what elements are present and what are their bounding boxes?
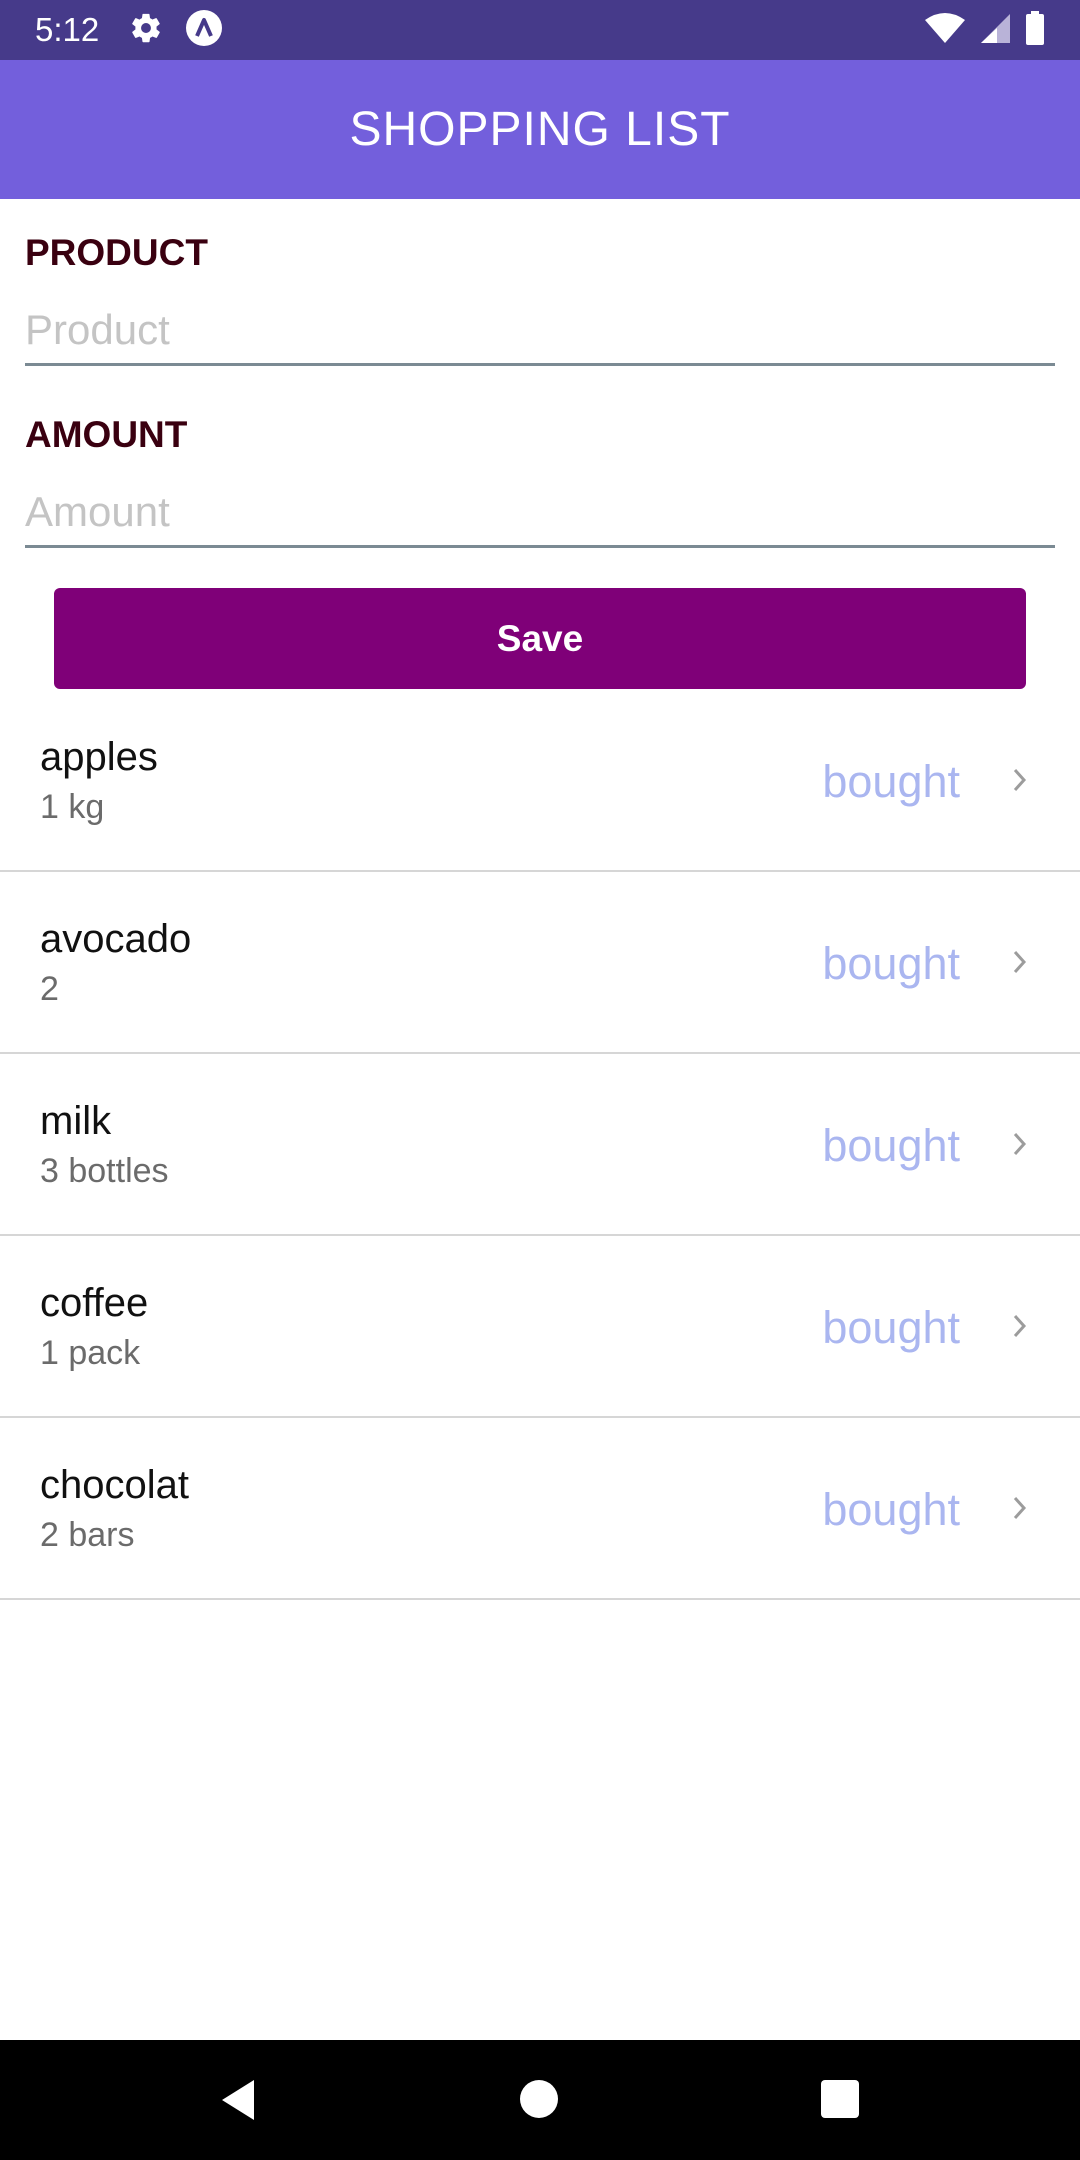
- bought-button[interactable]: bought: [822, 1120, 960, 1172]
- recent-apps-icon[interactable]: [821, 2080, 859, 2118]
- product-label: PRODUCT: [25, 232, 208, 273]
- item-name: chocolat: [40, 1463, 189, 1507]
- item-amount: 2: [40, 970, 59, 1008]
- status-right-icons: [925, 10, 1045, 50]
- save-button[interactable]: Save: [54, 588, 1026, 689]
- status-bar: 5:12: [0, 0, 1080, 60]
- item-amount: 2 bars: [40, 1516, 135, 1554]
- chevron-right-icon: [1013, 768, 1027, 792]
- item-amount: 1 kg: [40, 788, 105, 826]
- bought-button[interactable]: bought: [822, 1302, 960, 1354]
- gear-icon: [129, 11, 163, 50]
- product-input[interactable]: [25, 296, 1055, 366]
- chevron-right-icon: [1013, 950, 1027, 974]
- nav-bar: [0, 2040, 1080, 2160]
- cell-signal-icon: [979, 12, 1011, 49]
- shopping-list: apples 1 kg bought avocado 2 bought milk…: [0, 690, 1080, 1600]
- chevron-right-icon: [1013, 1314, 1027, 1338]
- screen: 5:12 SHOPPING LIST PRODUCT AMOUNT: [0, 0, 1080, 2160]
- item-name: avocado: [40, 917, 192, 961]
- item-name: coffee: [40, 1281, 149, 1325]
- item-name: apples: [40, 735, 158, 779]
- item-amount: 3 bottles: [40, 1152, 169, 1190]
- list-item[interactable]: milk 3 bottles bought: [0, 1054, 1080, 1236]
- app-logo-icon: [185, 9, 223, 52]
- bought-button[interactable]: bought: [822, 1484, 960, 1536]
- back-icon[interactable]: [218, 2078, 258, 2122]
- chevron-right-icon: [1013, 1496, 1027, 1520]
- status-time: 5:12: [35, 11, 100, 48]
- amount-input[interactable]: [25, 478, 1055, 548]
- home-icon[interactable]: [520, 2080, 558, 2118]
- item-amount: 1 pack: [40, 1334, 141, 1372]
- amount-label: AMOUNT: [25, 414, 188, 455]
- wifi-icon: [925, 12, 965, 49]
- list-item[interactable]: chocolat 2 bars bought: [0, 1418, 1080, 1600]
- item-name: milk: [40, 1099, 112, 1143]
- list-item[interactable]: avocado 2 bought: [0, 872, 1080, 1054]
- status-left-icons: [129, 9, 223, 52]
- bought-button[interactable]: bought: [822, 756, 960, 808]
- battery-icon: [1025, 10, 1045, 50]
- list-item[interactable]: coffee 1 pack bought: [0, 1236, 1080, 1418]
- app-bar: SHOPPING LIST: [0, 60, 1080, 199]
- bought-button[interactable]: bought: [822, 938, 960, 990]
- chevron-right-icon: [1013, 1132, 1027, 1156]
- app-title: SHOPPING LIST: [349, 103, 731, 156]
- list-item[interactable]: apples 1 kg bought: [0, 690, 1080, 872]
